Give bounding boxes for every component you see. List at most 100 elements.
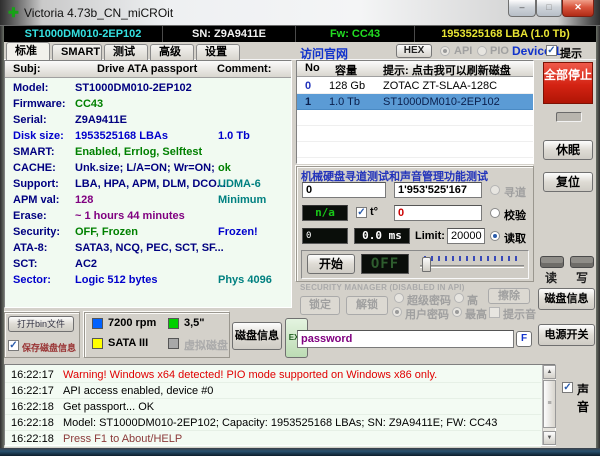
user-password-radio[interactable] bbox=[392, 307, 402, 317]
passport-row: Security:OFF, FrozenFrozen! bbox=[5, 224, 291, 240]
tab-advanced[interactable]: 高级 bbox=[150, 44, 194, 60]
drive-row-empty bbox=[297, 110, 533, 126]
f-button[interactable]: F bbox=[516, 331, 532, 347]
drive-list-header-hint: 提示: 点击我可以刷新磁盘 bbox=[383, 62, 511, 78]
legend-sata-label: SATA III bbox=[108, 337, 148, 349]
scroll-thumb[interactable]: ≡ bbox=[543, 380, 556, 428]
reset-button[interactable]: 复位 bbox=[543, 172, 593, 192]
passport-row: SCT:AC2 bbox=[5, 256, 291, 272]
api-radio[interactable] bbox=[440, 46, 450, 56]
hex-button[interactable]: HEX bbox=[396, 44, 432, 58]
drive-list-header-capacity: 容量 bbox=[335, 62, 357, 78]
info-firmware: Fw: CC43 bbox=[296, 26, 415, 42]
legend-virtual-label: 虚拟磁盘 bbox=[184, 337, 228, 353]
highest-radio[interactable] bbox=[452, 307, 462, 317]
limit-label: Limit: bbox=[415, 230, 445, 242]
stop-all-button[interactable]: 全部停止 bbox=[543, 62, 593, 104]
drive-list-header-no: No bbox=[305, 62, 320, 74]
security-manager-panel: SECURITY MANAGER (DISABLED IN API) 锁定 解锁… bbox=[296, 283, 534, 327]
scroll-up-icon[interactable]: ▲ bbox=[543, 365, 556, 379]
high-radio[interactable] bbox=[454, 293, 464, 303]
speed-slider-track bbox=[420, 265, 524, 268]
security-manager-title: SECURITY MANAGER (DISABLED IN API) bbox=[300, 283, 465, 292]
user-password-label: 用户密码 bbox=[405, 306, 449, 322]
log-scrollbar[interactable]: ▲ ≡ ▼ bbox=[542, 365, 555, 445]
legend-virtual-swatch bbox=[168, 338, 179, 349]
start-lba-input[interactable]: 0 bbox=[302, 182, 386, 198]
unlock-button[interactable]: 解锁 bbox=[346, 296, 388, 315]
end-lba-input[interactable]: 1'953'525'167 bbox=[394, 182, 482, 198]
sound-checkbox[interactable] bbox=[562, 382, 573, 393]
api-radio-label: API bbox=[454, 45, 472, 57]
lock-button[interactable]: 锁定 bbox=[300, 296, 340, 315]
window-border-bottom bbox=[0, 448, 600, 456]
tab-settings[interactable]: 设置 bbox=[196, 44, 240, 60]
disk-info-button-right[interactable]: 磁盘信息 bbox=[538, 288, 595, 310]
beep-checkbox[interactable] bbox=[489, 307, 500, 318]
seek-radio[interactable] bbox=[490, 185, 500, 195]
read-radio[interactable] bbox=[490, 231, 500, 241]
highest-label: 最高 bbox=[465, 306, 487, 322]
tab-smart[interactable]: SMART bbox=[52, 44, 102, 60]
passport-header-subj: Subj: bbox=[13, 63, 41, 75]
passport-header-title: Drive ATA passport bbox=[97, 63, 197, 75]
temperature-lcd: n/a bbox=[302, 205, 348, 221]
error-count-input[interactable]: 0 bbox=[394, 205, 482, 221]
passport-row: Sector:Logic 512 bytesPhys 4096 bbox=[5, 272, 291, 288]
legend-sata-swatch bbox=[92, 338, 103, 349]
passport-row: Model:ST1000DM010-2EP102 bbox=[5, 80, 291, 96]
log-row: 16:22:18Press F1 to About/HELP bbox=[5, 431, 541, 447]
log-row: 16:22:18Get passport... OK bbox=[5, 399, 541, 415]
drive-row-0[interactable]: 0 128 Gb ZOTAC ZT-SLAA-128C bbox=[297, 78, 533, 94]
drive-row-empty bbox=[297, 126, 533, 142]
passport-row: APM val:128Minimum bbox=[5, 192, 291, 208]
legend-size-swatch bbox=[168, 318, 179, 329]
passport-row: Serial:Z9A9411E bbox=[5, 112, 291, 128]
passport-row: ATA-8:SATA3, NCQ, PEC, SCT, SF... bbox=[5, 240, 291, 256]
pio-radio-label: PIO bbox=[490, 45, 509, 57]
start-button[interactable]: 开始 bbox=[307, 254, 355, 274]
info-serial: SN: Z9A9411E bbox=[163, 26, 296, 42]
maximize-button[interactable]: □ bbox=[536, 0, 562, 17]
disk-info-button-left[interactable]: 磁盘信息 bbox=[232, 322, 282, 350]
status-lcd: OFF bbox=[361, 254, 409, 274]
speed-lcd: 0.0 ms bbox=[354, 228, 410, 244]
open-bin-file-button[interactable]: 打开bin文件 bbox=[8, 316, 74, 332]
read-led-label: 读 bbox=[545, 269, 557, 286]
super-password-radio[interactable] bbox=[394, 293, 404, 303]
erase-button[interactable]: 擦除 bbox=[488, 288, 530, 304]
password-input[interactable]: password bbox=[297, 330, 514, 348]
seek-test-panel: 机械硬盘寻道测试和声音管理功能测试 0 1'953'525'167 寻道 n/a… bbox=[296, 166, 534, 282]
passport-row: CACHE:Unk.size; L/A=ON; Wr=ON;ok bbox=[5, 160, 291, 176]
passport-row: Disk size:1953525168 LBAs1.0 Tb bbox=[5, 128, 291, 144]
window-title: Victoria 4.73b_CN_miCROit bbox=[24, 6, 173, 20]
seek-radio-label: 寻道 bbox=[504, 184, 526, 200]
close-button[interactable]: ✕ bbox=[562, 0, 594, 17]
speed-slider-handle[interactable] bbox=[422, 257, 431, 272]
drive-list: No 容量 提示: 点击我可以刷新磁盘 0 128 Gb ZOTAC ZT-SL… bbox=[296, 60, 534, 164]
minimize-button[interactable]: – bbox=[508, 0, 536, 17]
verify-radio-label: 校验 bbox=[504, 207, 526, 223]
write-led-label: 写 bbox=[576, 269, 588, 286]
sleep-button[interactable]: 休眠 bbox=[543, 140, 593, 160]
limit-input[interactable]: 20000 bbox=[447, 228, 485, 244]
hint-checkbox-label: 提示 bbox=[560, 45, 582, 61]
hint-checkbox[interactable] bbox=[546, 45, 557, 56]
temperature-checkbox[interactable] bbox=[356, 207, 367, 218]
pio-radio[interactable] bbox=[477, 46, 487, 56]
info-model: ST1000DM010-2EP102 bbox=[4, 26, 163, 42]
drive-list-header[interactable]: No 容量 提示: 点击我可以刷新磁盘 bbox=[297, 61, 533, 77]
scroll-down-icon[interactable]: ▼ bbox=[543, 431, 556, 445]
tab-test[interactable]: 测试 bbox=[104, 44, 148, 60]
drive-row-1-selected[interactable]: 1 1.0 Tb ST1000DM010-2EP102 bbox=[297, 94, 533, 110]
window-border-left bbox=[0, 26, 4, 448]
verify-radio[interactable] bbox=[490, 208, 500, 218]
drive-row-empty bbox=[297, 142, 533, 158]
info-capacity: 1953525168 LBA (1.0 Tb) bbox=[415, 26, 596, 42]
app-icon: ✚ bbox=[8, 5, 19, 21]
tab-standard[interactable]: 标准 bbox=[6, 42, 50, 60]
write-led bbox=[570, 256, 594, 268]
power-switch-button[interactable]: 电源开关 bbox=[538, 324, 595, 346]
save-disk-info-checkbox[interactable] bbox=[8, 340, 19, 351]
passport-row: Erase:~ 1 hours 44 minutes bbox=[5, 208, 291, 224]
